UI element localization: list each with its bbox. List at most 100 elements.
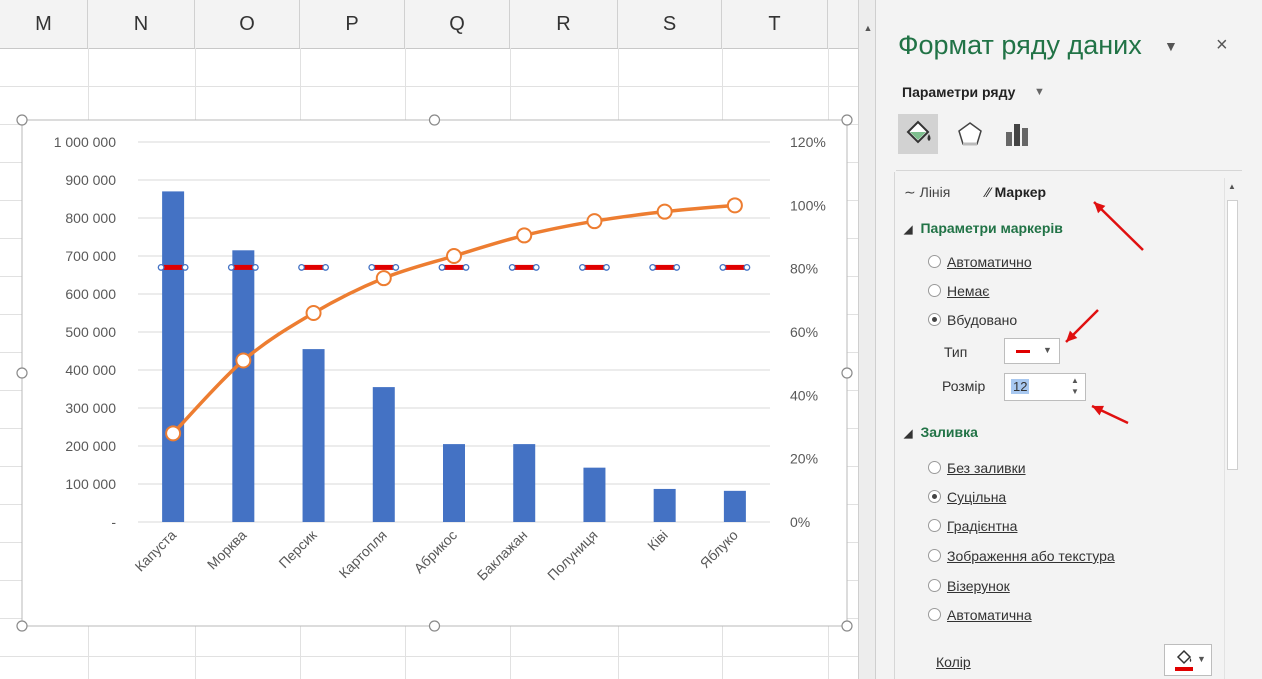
- radio-button[interactable]: [928, 255, 941, 268]
- fill-color-button[interactable]: ▼: [1164, 644, 1212, 676]
- resize-handle: [16, 367, 28, 379]
- y-tick-label: 600 000: [65, 286, 116, 302]
- y-tick-label: 1 000 000: [54, 134, 116, 150]
- radio-gradient-fill[interactable]: Градієнтна: [928, 518, 1017, 534]
- bar-6: [513, 444, 536, 522]
- splitter[interactable]: [858, 0, 876, 679]
- y-tick-label: 100 000: [65, 476, 116, 492]
- pane-scrollbar[interactable]: ▲: [1224, 178, 1241, 679]
- radio-button[interactable]: [928, 284, 941, 297]
- series-options-dropdown[interactable]: Параметри ряду: [902, 84, 1015, 100]
- fill-color-swatch: [1175, 667, 1193, 671]
- y-tick-label: 500 000: [65, 324, 116, 340]
- fill-section[interactable]: ◢ Заливка: [904, 424, 978, 440]
- selection-handle: [322, 263, 330, 271]
- close-icon[interactable]: ×: [1216, 34, 1228, 57]
- selection-handle: [392, 263, 400, 271]
- radio-builtin[interactable]: Вбудовано: [928, 312, 1017, 328]
- pentagon-icon[interactable]: [950, 114, 990, 154]
- type-label: Тип: [944, 344, 968, 360]
- radio-button[interactable]: [928, 549, 941, 562]
- radio-label: Градієнтна: [947, 518, 1018, 534]
- color-label: Колір: [936, 654, 971, 670]
- y2-tick-label: 60%: [790, 324, 818, 340]
- radio-button-selected[interactable]: [928, 490, 941, 503]
- dash-marker-icon: [1016, 350, 1030, 353]
- radio-label: Суцільна: [947, 489, 1007, 505]
- radio-none[interactable]: Немає: [928, 283, 989, 299]
- radio-pattern-fill[interactable]: Візерунок: [928, 578, 1010, 594]
- spreadsheet-area[interactable]: MNOPQRST 1 000 000 900 000 800 000 700 000 6…: [0, 0, 862, 679]
- selection-handle: [719, 263, 727, 271]
- marker-type-dropdown[interactable]: ▼: [1004, 338, 1060, 364]
- y-tick-label: -: [111, 514, 116, 530]
- bar-8: [653, 488, 676, 522]
- pareto-chart[interactable]: 1 000 000 900 000 800 000 700 000 600 000 500…: [0, 0, 862, 679]
- radio-picture-fill[interactable]: Зображення або текстура: [928, 548, 1115, 564]
- radio-solid-fill[interactable]: Суцільна: [928, 489, 1006, 505]
- paint-bucket-icon: [1176, 649, 1192, 665]
- pane-options-chevron-down-icon[interactable]: ▼: [1164, 38, 1178, 54]
- selection-handle: [227, 263, 235, 271]
- spinner-arrows-icon[interactable]: ▲ ▼: [1071, 375, 1079, 397]
- y2-tick-label: 0%: [790, 514, 810, 530]
- marker-line-icon: ⁄⁄: [986, 184, 995, 200]
- tab-line-label: Лінія: [919, 184, 951, 200]
- line-point-8: [656, 203, 673, 220]
- y-tick-label: 200 000: [65, 438, 116, 454]
- bar-1: [162, 191, 185, 522]
- scrollbar-thumb[interactable]: [1227, 200, 1238, 470]
- selection-handle: [578, 263, 586, 271]
- column-chart-icon[interactable]: [998, 114, 1038, 154]
- line-point-6: [516, 227, 533, 244]
- bar-4: [372, 387, 395, 522]
- line-point-5: [446, 248, 462, 264]
- radio-automatic[interactable]: Автоматично: [928, 254, 1032, 270]
- bar-2: [232, 250, 255, 523]
- tab-line[interactable]: ∼ Лінія: [904, 184, 950, 201]
- y2-tick-label: 20%: [790, 451, 818, 467]
- radio-label: Вбудовано: [947, 312, 1018, 328]
- scroll-up-arrow[interactable]: ▲: [1228, 182, 1236, 191]
- radio-no-fill[interactable]: Без заливки: [928, 460, 1026, 476]
- y2-tick-label: 100%: [790, 197, 826, 213]
- marker-options-section[interactable]: ◢ Параметри маркерів: [904, 220, 1063, 236]
- y-tick-label: 700 000: [65, 248, 116, 264]
- radio-button[interactable]: [928, 461, 941, 474]
- size-value[interactable]: 12: [1011, 379, 1030, 394]
- radio-automatic-fill[interactable]: Автоматична: [928, 607, 1032, 623]
- selection-handle: [181, 263, 189, 271]
- selection-handle: [368, 263, 376, 271]
- resize-handle: [841, 367, 853, 379]
- selection-handle: [532, 263, 540, 271]
- selection-handle: [157, 263, 165, 271]
- bar-7: [583, 467, 606, 522]
- resize-handle: [841, 114, 853, 126]
- marker-size-spinner[interactable]: 12 ▲ ▼: [1004, 373, 1086, 401]
- y-tick-label: 800 000: [65, 210, 116, 226]
- radio-button[interactable]: [928, 608, 941, 621]
- line-point-1: [165, 425, 182, 442]
- y-tick-label: 300 000: [65, 400, 116, 416]
- collapse-triangle-icon: ◢: [904, 428, 913, 440]
- radio-button[interactable]: [928, 579, 941, 592]
- resize-handle: [428, 620, 441, 632]
- resize-handle: [16, 620, 28, 632]
- bar-5: [443, 444, 465, 522]
- chevron-down-icon[interactable]: ▼: [1034, 86, 1045, 98]
- selection-handle: [673, 263, 681, 271]
- y2-tick-label: 80%: [790, 261, 818, 277]
- scroll-up-arrow[interactable]: ▲: [862, 22, 874, 34]
- line-point-3: [305, 305, 322, 321]
- pane-title: Формат ряду даних: [898, 30, 1142, 60]
- separator: [896, 170, 1242, 171]
- radio-button[interactable]: [928, 519, 941, 532]
- tab-marker[interactable]: ⁄⁄ Маркер: [986, 184, 1046, 200]
- format-data-series-pane: Формат ряду даних ▼ × Параметри ряду ▼ ▲…: [876, 0, 1262, 679]
- tab-marker-label: Маркер: [994, 184, 1047, 200]
- selection-handle: [438, 263, 446, 271]
- chevron-down-icon: ▼: [1197, 654, 1206, 664]
- radio-button-selected[interactable]: [928, 313, 941, 326]
- selection-handle: [602, 263, 610, 271]
- paint-bucket-icon[interactable]: [898, 114, 938, 154]
